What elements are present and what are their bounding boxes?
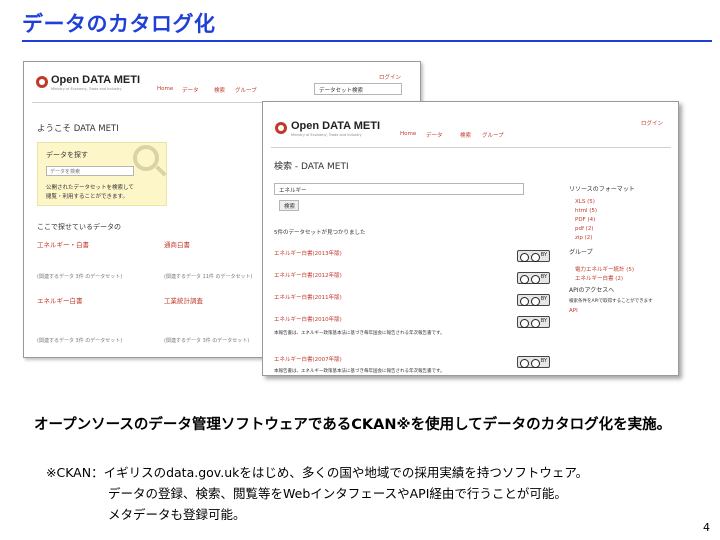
- site-logo-text: Open DATA METI: [291, 120, 381, 132]
- group-link-2[interactable]: 通商白書: [164, 239, 190, 249]
- welcome-heading: ようこそ DATA METI: [37, 124, 119, 134]
- group-link-4[interactable]: 工業統計調査: [164, 295, 203, 305]
- cc-license-badge-4: BY: [517, 316, 550, 328]
- header-divider: [271, 147, 671, 148]
- site-logo-text: Open DATA METI: [51, 74, 141, 86]
- license-code: BY: [540, 296, 547, 302]
- slide-title: データのカタログ化: [22, 12, 216, 36]
- nav-groups[interactable]: グループ: [235, 86, 257, 94]
- result-desc-4: 本報告書は、エネルギー政策基本法に基づき毎年国会に報告される年次報告書です。: [274, 331, 445, 336]
- group-count-1: (関連するデータ 3件 のデータセット): [37, 274, 123, 280]
- format-facet-2[interactable]: html (5): [575, 208, 597, 214]
- keyword-search-value: エネルギー: [279, 188, 307, 194]
- group-count-4: (関連するデータ 3件 のデータセット): [164, 338, 250, 344]
- promo-heading: データを探す: [46, 151, 88, 159]
- dataset-search-placeholder: データセット検索: [319, 88, 364, 94]
- search-promo-box: データを探す データを検索 公開されたデータセットを検索して 閲覧・利用すること…: [37, 142, 167, 206]
- ckan-note-line-1: ※CKAN：イギリスのdata.gov.ukをはじめ、多くの国や地域での採用実績…: [46, 465, 589, 480]
- cc-license-badge-3: BY: [517, 294, 550, 306]
- login-link[interactable]: ログイン: [379, 73, 401, 81]
- nav-data[interactable]: データ: [426, 131, 443, 139]
- format-facet-5[interactable]: zip (2): [575, 235, 592, 241]
- promo-search-input[interactable]: データを検索: [46, 166, 134, 176]
- result-title-5[interactable]: エネルギー白書(2007年版): [274, 355, 342, 363]
- search-submit-button[interactable]: 検索: [279, 200, 299, 211]
- result-title-3[interactable]: エネルギー白書(2011年版): [274, 293, 342, 301]
- format-facet-1[interactable]: XLS (5): [575, 199, 595, 205]
- cc-license-badge-2: BY: [517, 272, 550, 284]
- license-code: BY: [540, 274, 547, 280]
- dataset-search-input[interactable]: データセット検索: [314, 83, 402, 95]
- search-results-screenshot: Open DATA METI Ministry of Economy, Trad…: [262, 101, 679, 376]
- group-link-3[interactable]: エネルギー白書: [37, 295, 83, 305]
- nav-search[interactable]: 検索: [460, 131, 471, 139]
- page-number: 4: [703, 521, 710, 534]
- search-submit-label: 検索: [284, 204, 296, 210]
- group-facet-heading: グループ: [569, 249, 593, 256]
- result-title-2[interactable]: エネルギー白書(2012年版): [274, 271, 342, 279]
- promo-search-placeholder: データを検索: [50, 169, 81, 175]
- result-summary: 5件のデータセットが見つかりました: [274, 230, 366, 236]
- open-data-logo-icon: [36, 76, 48, 88]
- format-facet-heading: リソースのフォーマット: [569, 186, 635, 193]
- nav-groups[interactable]: グループ: [482, 131, 504, 139]
- keyword-search-input[interactable]: エネルギー: [274, 183, 524, 195]
- login-link[interactable]: ログイン: [641, 119, 663, 127]
- cc-license-badge-5: BY: [517, 356, 550, 368]
- site-logo-subtitle: Ministry of Economy, Trade and Industry: [51, 87, 122, 91]
- site-logo-subtitle: Ministry of Economy, Trade and Industry: [291, 133, 362, 137]
- group-facet-1[interactable]: 電力エネルギー統計 (5): [575, 265, 634, 273]
- group-count-3: (関連するデータ 3件 のデータセット): [37, 338, 123, 344]
- license-code: BY: [540, 318, 547, 324]
- groups-section-heading: ここで探せているデータの: [37, 223, 121, 231]
- slide-caption: オープンソースのデータ管理ソフトウェアであるCKAN※を使用してデータのカタログ…: [34, 417, 672, 433]
- license-code: BY: [540, 358, 547, 364]
- api-link[interactable]: API: [569, 308, 578, 314]
- api-text: 検索条件をAPIで取得することができます: [569, 299, 653, 304]
- group-count-2: (関連するデータ 11件 のデータセット): [164, 274, 253, 280]
- title-underline: [22, 40, 712, 42]
- ckan-note-line-2: データの登録、検索、閲覧等をWebインタフェースやAPI経由で行うことが可能。: [108, 486, 567, 501]
- open-data-logo-icon: [275, 122, 287, 134]
- ckan-note-line-3: メタデータも登録可能。: [108, 507, 246, 522]
- api-heading: APIのアクセスへ: [569, 287, 615, 294]
- promo-text-2: 閲覧・利用することができます。: [46, 194, 128, 200]
- nav-search[interactable]: 検索: [214, 86, 225, 94]
- magnifier-icon: [133, 145, 159, 171]
- result-title-1[interactable]: エネルギー白書(2013年版): [274, 249, 342, 257]
- result-title-4[interactable]: エネルギー白書(2010年版): [274, 315, 342, 323]
- license-code: BY: [540, 252, 547, 258]
- nav-home[interactable]: Home: [400, 131, 416, 137]
- group-link-1[interactable]: 工ネルギー・白書: [37, 239, 89, 249]
- result-desc-5: 本報告書は、エネルギー政策基本法に基づき毎年国会に報告される年次報告書です。: [274, 369, 445, 374]
- format-facet-4[interactable]: pdf (2): [575, 226, 593, 232]
- group-facet-2[interactable]: エネルギー白書 (2): [575, 274, 623, 282]
- promo-text-1: 公開されたデータセットを検索して: [46, 185, 134, 191]
- nav-home[interactable]: Home: [157, 86, 173, 92]
- nav-data[interactable]: データ: [182, 86, 199, 94]
- format-facet-3[interactable]: PDF (4): [575, 217, 595, 223]
- cc-license-badge-1: BY: [517, 250, 550, 262]
- page-heading: 検索 - DATA METI: [274, 162, 349, 172]
